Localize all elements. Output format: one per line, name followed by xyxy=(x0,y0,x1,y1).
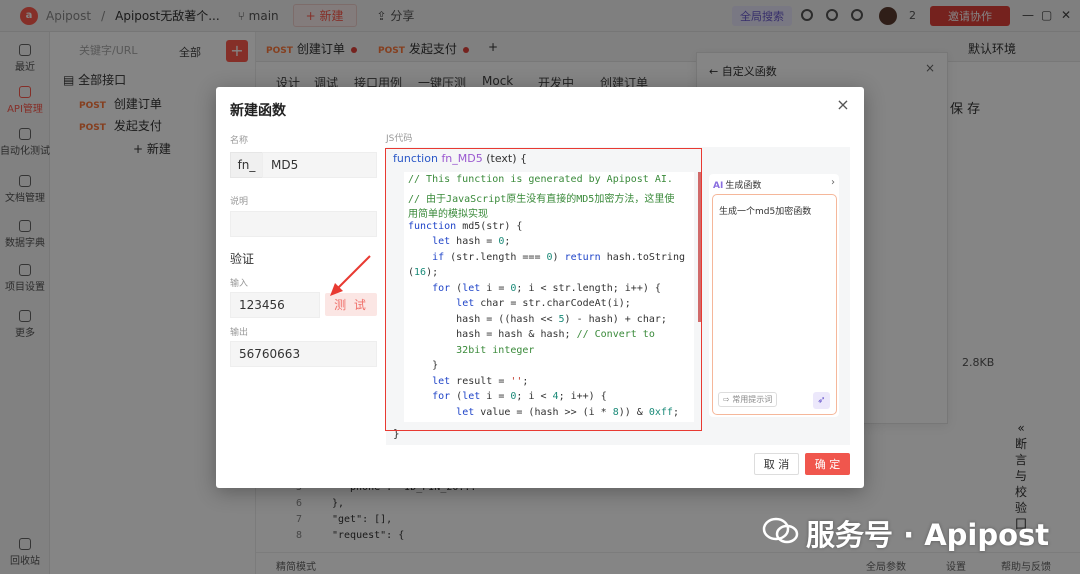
confirm-button[interactable]: 确 定 xyxy=(805,453,850,475)
code-line: let value = (hash >> (i * 8)) & 0xff; xyxy=(456,406,679,418)
code-line: let hash = 0; xyxy=(432,236,511,247)
function-name: fn_MD5 xyxy=(441,152,483,165)
code-line: hash = hash & hash; // Convert to xyxy=(408,329,655,340)
function-keyword: function xyxy=(393,152,438,165)
code-line: 用简单的模拟实现 xyxy=(408,209,488,220)
verify-heading: 验证 xyxy=(230,252,255,266)
ai-panel-title: AI 生成函数 xyxy=(713,178,761,191)
closing-brace: } xyxy=(393,427,400,440)
code-line: } xyxy=(408,360,439,371)
editor-scrollbar[interactable] xyxy=(698,172,701,322)
cancel-button[interactable]: 取 消 xyxy=(754,453,799,475)
description-label: 说明 xyxy=(230,197,249,207)
code-line: function md5(str) { xyxy=(408,220,523,232)
output-label: 输出 xyxy=(230,328,249,338)
code-line: if (str.length === 0) return hash.toStri… xyxy=(432,251,685,263)
chevron-right-icon[interactable]: › xyxy=(831,177,835,188)
js-code-label: JS代码 xyxy=(386,134,413,144)
common-prompts-button[interactable]: ⇨ 常用提示词 xyxy=(718,392,778,407)
code-line: // This function is generated by Apipost… xyxy=(408,174,673,185)
watermark-text: 服务号 · Apipost xyxy=(806,518,1050,552)
name-label: 名称 xyxy=(230,136,249,146)
code-line: 32bit integer xyxy=(408,344,535,356)
red-arrow-annotation xyxy=(330,255,371,296)
code-line: for (let i = 0; i < str.length; i++) { xyxy=(432,282,661,294)
ai-icon: AI xyxy=(713,181,724,191)
test-input-field[interactable]: 123456 xyxy=(230,292,320,318)
output-field: 56760663 xyxy=(230,341,377,367)
dialog-title: 新建函数 xyxy=(230,103,286,119)
ai-panel-title-text: 生成函数 xyxy=(725,181,762,191)
code-line: hash = ((hash << 5) - hash) + char; xyxy=(408,313,667,325)
send-rocket-icon[interactable]: ➶ xyxy=(813,392,830,409)
ai-prompt-text[interactable]: 生成一个md5加密函数 xyxy=(719,204,811,217)
function-args: (text) { xyxy=(482,152,528,165)
new-function-dialog: 新建函数 × 名称 fn_ MD5 说明 验证 输入 123456 测 试 输出… xyxy=(216,87,864,488)
code-line: // 由于JavaScript原生没有直接的MD5加密方法，这里使 xyxy=(408,193,675,205)
name-prefix: fn_ xyxy=(230,152,262,178)
code-line: let char = str.charCodeAt(i); xyxy=(456,298,631,309)
close-icon[interactable]: × xyxy=(835,97,851,113)
ai-prompt-box[interactable]: 生成一个md5加密函数 ⇨ 常用提示词 ➶ xyxy=(712,194,837,415)
function-signature: function fn_MD5 (text) { xyxy=(393,152,527,165)
name-field[interactable]: MD5 xyxy=(262,152,377,178)
code-line: let result = ''; xyxy=(432,375,529,387)
code-line: for (let i = 0; i < 4; i++) { xyxy=(432,391,607,402)
input-label: 输入 xyxy=(230,279,249,289)
ai-generate-panel: AI 生成函数 › 生成一个md5加密函数 ⇨ 常用提示词 ➶ xyxy=(709,174,839,417)
code-line: (16); xyxy=(408,267,439,278)
description-field[interactable] xyxy=(230,211,377,237)
function-body-editor[interactable]: // This function is generated by Apipost… xyxy=(404,172,694,422)
wechat-icon xyxy=(762,517,799,544)
js-code-editor[interactable]: function fn_MD5 (text) { // This functio… xyxy=(386,147,850,445)
